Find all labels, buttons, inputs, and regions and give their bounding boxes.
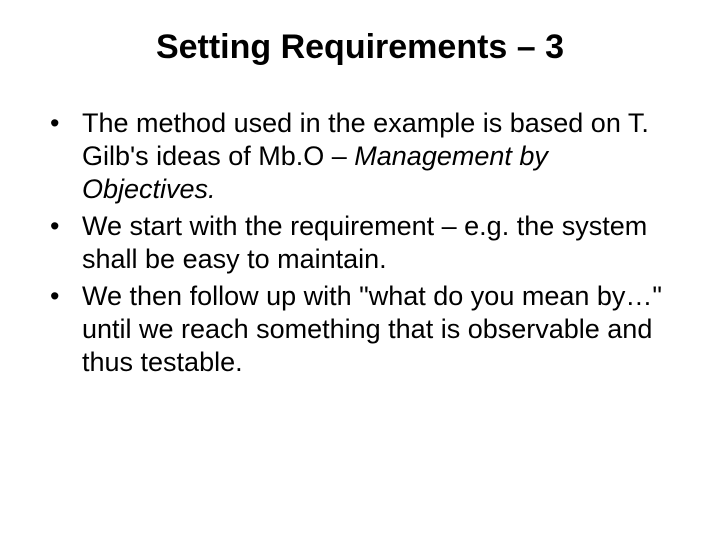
list-item: We then follow up with "what do you mean… (40, 280, 670, 379)
slide: Setting Requirements – 3 The method used… (0, 0, 720, 540)
list-item: We start with the requirement – e.g. the… (40, 210, 670, 276)
bullet-text-pre: We start with the requirement – e.g. the… (82, 211, 647, 274)
list-item: The method used in the example is based … (40, 107, 670, 206)
bullet-list: The method used in the example is based … (40, 107, 680, 379)
bullet-text-pre: We then follow up with "what do you mean… (82, 281, 662, 377)
slide-title: Setting Requirements – 3 (40, 28, 680, 67)
